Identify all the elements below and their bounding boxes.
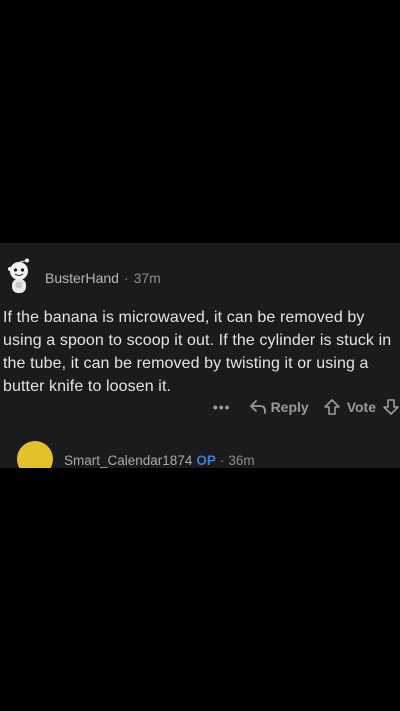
avatar[interactable]: [2, 257, 36, 297]
meta-separator: ·: [219, 453, 225, 468]
reply-username[interactable]: Smart_Calendar1874: [64, 453, 192, 468]
reply-button[interactable]: Reply: [249, 399, 323, 415]
reply-header: Smart_Calendar1874 OP · 36m: [0, 439, 400, 468]
screen: BusterHand · 37m If the banana is microwav…: [0, 0, 400, 711]
comment-username[interactable]: BusterHand: [45, 270, 119, 286]
vote-control: Vote: [323, 398, 400, 416]
comment-body: If the banana is microwaved, it can be r…: [3, 309, 392, 395]
downvote-arrow-icon[interactable]: [382, 398, 400, 416]
reply-meta: Smart_Calendar1874 OP · 36m: [64, 453, 255, 468]
more-options-button[interactable]: •••: [213, 399, 231, 415]
reply-arrow-icon: [249, 400, 266, 414]
comment-meta: BusterHand · 37m: [45, 270, 161, 286]
reply-avatar[interactable]: [17, 441, 53, 468]
comment-age: 37m: [133, 270, 161, 286]
reply-age: 36m: [228, 453, 255, 468]
comment-actions: ••• Reply Vote: [213, 395, 400, 419]
op-badge: OP: [196, 453, 216, 468]
meta-separator: ·: [123, 270, 129, 286]
reply-label: Reply: [270, 399, 309, 415]
comment-thread: BusterHand · 37m If the banana is microwav…: [0, 243, 400, 468]
snoo-avatar-icon: [8, 258, 29, 293]
vote-label: Vote: [346, 399, 376, 415]
comment-header: BusterHand · 37m: [0, 257, 400, 297]
upvote-arrow-icon[interactable]: [323, 398, 341, 416]
